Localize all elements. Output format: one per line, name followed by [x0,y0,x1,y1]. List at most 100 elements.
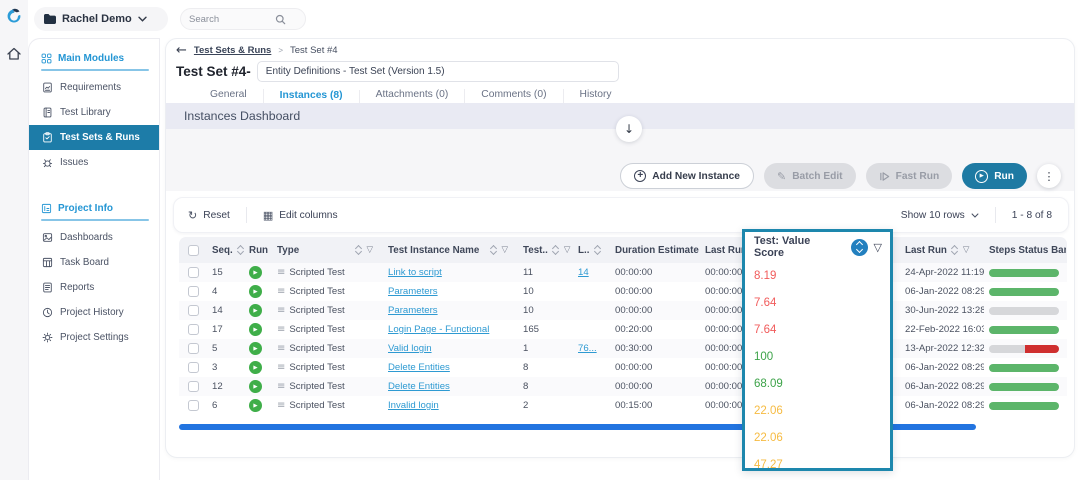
instance-name-link[interactable]: Valid login [388,343,432,354]
instance-name-link[interactable]: Delete Entities [388,381,450,392]
row-checkbox[interactable] [187,267,199,278]
sidebar-item-task-board[interactable]: Task Board [29,250,159,275]
sort-icon[interactable] [354,245,362,256]
instance-name-link[interactable]: Parameters [388,286,438,297]
header-name[interactable]: Test Instance Name [388,245,479,256]
table-row[interactable]: 4 ▶ ≡ Scripted Test Parameters 10 00:00:0… [179,282,1067,301]
cell-type: Scripted Test [289,362,345,373]
row-checkbox[interactable] [187,286,199,297]
select-all-checkbox[interactable] [187,244,199,256]
fast-run-button[interactable]: Fast Run [865,163,953,189]
show-rows-select[interactable]: Show 10 rows [901,210,979,221]
header-type[interactable]: Type [277,245,299,256]
cell-last-run-duration: 00:00:00 [705,305,743,316]
filter-icon[interactable]: ▽ [501,245,508,255]
instance-name-link[interactable]: Parameters [388,305,438,316]
instance-name-link[interactable]: Delete Entities [388,362,450,373]
header-seq[interactable]: Seq. [212,245,233,256]
row-checkbox[interactable] [187,400,199,411]
bug-icon [42,157,53,168]
sort-icon[interactable] [951,245,959,256]
filter-icon[interactable]: ▽ [366,245,373,255]
sidebar-item-issues[interactable]: Issues [29,150,159,175]
header-duration[interactable]: Duration Estimate [615,245,699,256]
instance-name-link[interactable]: Link to script [388,267,442,278]
run-instance-icon[interactable]: ▶ [249,323,262,336]
sort-icon[interactable] [552,245,560,256]
cell-seq: 3 [212,362,218,373]
instance-name-link[interactable]: Login Page - Functional [388,324,489,335]
back-arrow-icon[interactable]: ← [176,44,187,57]
section-divider [41,219,149,221]
row-checkbox[interactable] [187,305,199,316]
sidebar-item-test-sets-runs[interactable]: Test Sets & Runs [29,125,159,150]
sidebar-item-dashboards[interactable]: Dashboards [29,225,159,250]
run-instance-icon[interactable]: ▶ [249,304,262,317]
task-board-icon [42,257,53,268]
modules-grid-icon [41,53,52,64]
expand-dashboard-button[interactable]: ↓ [616,116,642,142]
filter-icon[interactable]: ▽ [874,241,882,254]
instance-name-link[interactable]: Invalid login [388,400,439,411]
filter-icon[interactable]: ▽ [963,245,970,255]
table-row[interactable]: 17 ▶ ≡ Scripted Test Login Page - Functio… [179,320,1067,339]
sort-icon[interactable] [593,245,601,256]
sort-icon[interactable] [237,245,244,256]
value-score-header: Test: Value Score ▽ [745,232,890,262]
steps-status-bar [989,363,1059,372]
run-instance-icon[interactable]: ▶ [249,342,262,355]
edit-columns-button[interactable]: ▦ Edit columns [263,209,338,222]
run-instance-icon[interactable]: ▶ [249,266,262,279]
active-sort-icon[interactable] [850,238,868,256]
header-last-run[interactable]: Last Run [905,245,947,256]
sidebar-item-requirements[interactable]: Requirements [29,75,159,100]
test-sets-icon [42,132,53,143]
run-button[interactable]: ▶ Run [962,163,1027,189]
practitest-logo [7,8,21,23]
table-row[interactable]: 14 ▶ ≡ Scripted Test Parameters 10 00:00:… [179,301,1067,320]
run-instance-icon[interactable]: ▶ [249,399,262,412]
header-l[interactable]: L.. [578,245,589,256]
breadcrumb-link[interactable]: Test Sets & Runs [194,45,271,56]
table-row[interactable]: 3 ▶ ≡ Scripted Test Delete Entities 8 00:… [179,358,1067,377]
steps-status-bar [989,382,1059,391]
cell-duration: 00:20:00 [615,324,653,335]
fast-run-label: Fast Run [895,170,940,182]
sidebar-item-test-library[interactable]: Test Library [29,100,159,125]
sidebar-item-project-settings[interactable]: Project Settings [29,325,159,350]
steps-status-bar [989,401,1059,410]
table-row[interactable]: 15 ▶ ≡ Scripted Test Link to script 11 14… [179,263,1067,282]
search-input[interactable] [189,13,275,25]
row-checkbox[interactable] [187,381,199,392]
row-checkbox[interactable] [187,343,199,354]
filter-icon[interactable]: ▽ [564,245,571,255]
run-instance-icon[interactable]: ▶ [249,380,262,393]
cell-seq: 15 [212,267,223,278]
cell-last-run-duration: 00:00:00 [705,400,743,411]
row-checkbox[interactable] [187,362,199,373]
sidebar-item-reports[interactable]: Reports [29,275,159,300]
cell-l-link[interactable]: 76... [578,343,597,354]
sort-icon[interactable] [489,245,497,256]
table-row[interactable]: 12 ▶ ≡ Scripted Test Delete Entities 8 00… [179,377,1067,396]
entity-name-field[interactable] [256,61,619,82]
reset-button[interactable]: ↻ Reset [188,209,230,222]
search-box[interactable] [180,8,306,30]
project-selector[interactable]: Rachel Demo [34,7,168,31]
table-row[interactable]: 5 ▶ ≡ Scripted Test Valid login 1 76... 0… [179,339,1067,358]
row-checkbox[interactable] [187,324,199,335]
run-instance-icon[interactable]: ▶ [249,361,262,374]
top-bar: Rachel Demo [28,0,1080,38]
cell-type: Scripted Test [289,400,345,411]
table-row[interactable]: 6 ▶ ≡ Scripted Test Invalid login 2 00:15… [179,396,1067,415]
cell-test: 8 [523,381,529,392]
more-actions-kebab-button[interactable]: ⋮ [1037,164,1061,188]
add-new-instance-button[interactable]: + Add New Instance [620,163,754,189]
value-score-column-overlay[interactable]: Test: Value Score ▽ 8.19 7.64 7.64 100 6… [742,229,893,471]
sidebar-item-project-history[interactable]: Project History [29,300,159,325]
batch-edit-button[interactable]: ✎ Batch Edit [763,163,856,189]
cell-l-link[interactable]: 14 [578,267,589,278]
home-icon[interactable] [6,46,22,62]
header-test[interactable]: Test.. [523,245,548,256]
run-instance-icon[interactable]: ▶ [249,285,262,298]
